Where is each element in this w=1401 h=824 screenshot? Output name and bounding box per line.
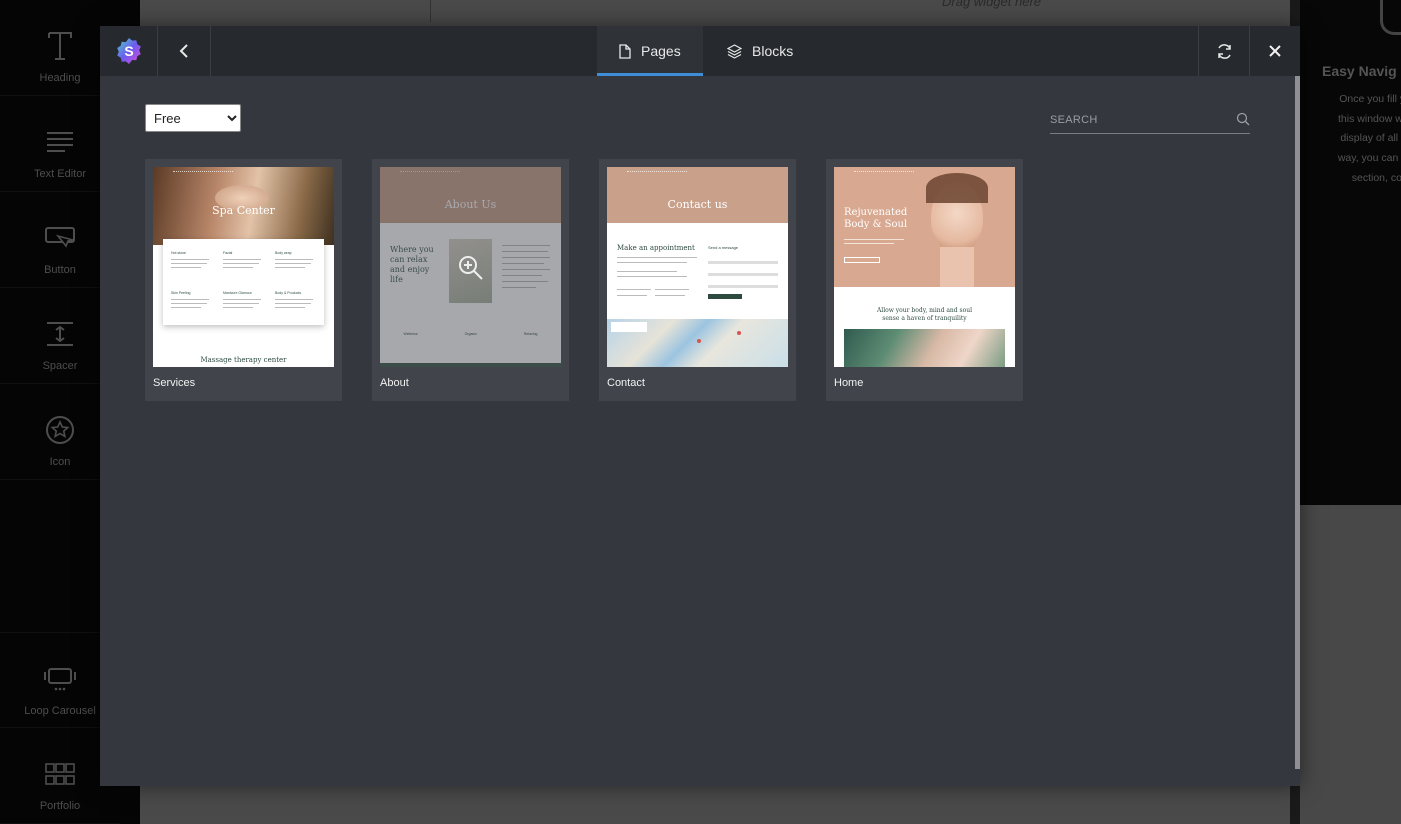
zoom-in-icon[interactable] bbox=[458, 255, 484, 281]
thumb-hero-title: Spa Center bbox=[212, 204, 275, 217]
tab-label: Pages bbox=[641, 43, 681, 59]
refresh-icon bbox=[1217, 43, 1231, 59]
thumb-item: Body & Products bbox=[275, 291, 302, 295]
thumb-item: Facial bbox=[223, 251, 233, 255]
chevron-left-icon bbox=[179, 44, 188, 58]
template-title: Home bbox=[834, 377, 864, 389]
thumb-subheadline: Allow your body, mind and soul sense a h… bbox=[876, 307, 973, 322]
template-thumbnail[interactable]: Rejuvenated Body & Soul Allow your body,… bbox=[834, 167, 1015, 367]
page-icon bbox=[619, 43, 631, 59]
template-thumbnail[interactable]: About Us Where you can relax and enjoy l… bbox=[380, 167, 561, 367]
hero-banner bbox=[607, 167, 788, 223]
thumb-footer-title: Massage therapy center bbox=[200, 356, 287, 364]
navigator-line: Once you fill you bbox=[1339, 93, 1401, 105]
thumb-photo bbox=[844, 329, 1005, 367]
navigator-line: section, col bbox=[1351, 171, 1401, 184]
navigator-description: Once you fill you this window will c dis… bbox=[1318, 90, 1401, 189]
template-title: Contact bbox=[607, 377, 645, 389]
brand-logo: S bbox=[100, 26, 158, 76]
search-icon[interactable] bbox=[1236, 112, 1250, 126]
template-card-about[interactable]: About Us Where you can relax and enjoy l… bbox=[372, 159, 569, 401]
template-card-contact[interactable]: Contact us Make an appointment Send a me… bbox=[599, 159, 796, 401]
tab-pages[interactable]: Pages bbox=[597, 26, 703, 76]
thumb-nav bbox=[627, 171, 687, 173]
thumb-nav bbox=[173, 171, 233, 173]
navigator-title: Easy Navig bbox=[1322, 63, 1397, 79]
template-thumbnail[interactable]: Spa Center Hot stone Facial Body wrap Sk… bbox=[153, 167, 334, 367]
template-card-home[interactable]: Rejuvenated Body & Soul Allow your body,… bbox=[826, 159, 1023, 401]
thumb-item: Body wrap bbox=[275, 251, 292, 255]
thumb-hero-title: Contact us bbox=[667, 198, 728, 211]
template-title: Services bbox=[153, 377, 196, 389]
background-area bbox=[1300, 505, 1401, 824]
close-button[interactable] bbox=[1249, 26, 1300, 76]
sync-button[interactable] bbox=[1198, 26, 1249, 76]
thumb-hero-title: Rejuvenated Body & Soul bbox=[844, 207, 908, 230]
template-thumbnail[interactable]: Contact us Make an appointment Send a me… bbox=[607, 167, 788, 367]
thumb-headline: Make an appointment bbox=[617, 244, 695, 252]
search-input[interactable] bbox=[1050, 108, 1230, 132]
drag-widget-hint: Drag widget here bbox=[942, 0, 1041, 9]
thumb-item: Hot stone bbox=[171, 251, 186, 255]
tab-blocks[interactable]: Blocks bbox=[705, 26, 815, 76]
navigator-line: way, you can eas bbox=[1337, 152, 1401, 165]
layers-icon bbox=[727, 43, 742, 59]
thumb-item: Manicure Glamour bbox=[223, 291, 252, 295]
navigator-decoration bbox=[1380, 0, 1401, 35]
template-title: About bbox=[380, 377, 409, 389]
license-filter-select[interactable]: Free bbox=[145, 104, 241, 132]
search-box bbox=[1050, 108, 1250, 134]
modal-header: S Pages Blocks bbox=[100, 26, 1300, 76]
logo-icon: S bbox=[116, 38, 141, 64]
close-icon bbox=[1269, 45, 1281, 57]
navigator-line: this window will c bbox=[1338, 112, 1401, 125]
template-card-services[interactable]: Spa Center Hot stone Facial Body wrap Sk… bbox=[145, 159, 342, 401]
thumb-nav bbox=[854, 171, 914, 173]
svg-text:S: S bbox=[124, 43, 133, 59]
widget-label: Portfolio bbox=[39, 800, 81, 812]
back-button[interactable] bbox=[158, 26, 211, 76]
tab-label: Blocks bbox=[752, 43, 794, 59]
canvas-divider bbox=[430, 0, 431, 22]
thumb-services-panel: Hot stone Facial Body wrap Skin Peeling … bbox=[163, 239, 324, 325]
navigator-line: display of all the bbox=[1340, 132, 1401, 145]
thumb-map bbox=[607, 319, 788, 367]
template-library-modal: S Pages Blocks Free SEARCH Spa Center Ho… bbox=[100, 26, 1300, 786]
navigator-panel: Easy Navig Once you fill you this window… bbox=[1300, 0, 1401, 505]
modal-scrollbar[interactable] bbox=[1295, 76, 1300, 769]
thumb-form-title: Send a message bbox=[708, 245, 739, 250]
thumb-item: Skin Peeling bbox=[171, 291, 191, 295]
